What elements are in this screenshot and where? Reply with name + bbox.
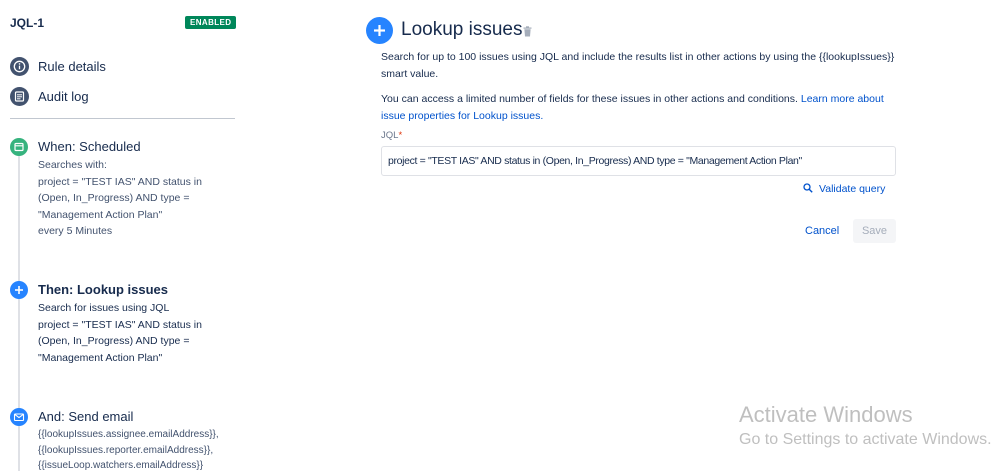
panel-description: Search for up to 100 issues using JQL an… <box>381 51 895 80</box>
step-line: Search for issues using JQL <box>38 302 170 314</box>
audit-log-icon <box>10 86 29 106</box>
activate-windows-title: Activate Windows <box>739 402 913 427</box>
step-details: {{lookupIssues.assignee.emailAddress}}, … <box>38 427 219 471</box>
save-button[interactable]: Save <box>853 219 896 243</box>
action-lookup-issues[interactable]: Then: Lookup issues Search for issues us… <box>10 281 245 376</box>
cancel-button[interactable]: Cancel <box>796 219 848 243</box>
step-title: Then: Lookup issues <box>38 282 169 297</box>
step-line: "Management Action Plan" <box>38 208 163 221</box>
trash-icon[interactable] <box>523 24 532 42</box>
step-title: When: Scheduled <box>38 139 141 154</box>
nav-rule-details-label: Rule details <box>38 58 106 74</box>
step-line: {{lookupIssues.assignee.emailAddress}}, <box>38 429 219 440</box>
step-line: "Management Action Plan" <box>38 351 163 364</box>
step-line: Searches with: <box>38 159 107 171</box>
step-line: {{lookupIssues.reporter.emailAddress}}, <box>38 444 214 456</box>
jql-label-text: JQL <box>381 130 399 141</box>
step-title: And: Send email <box>38 409 134 424</box>
lookup-issues-panel: Lookup issues Search for up to 100 issue… <box>366 0 906 471</box>
jql-input[interactable] <box>381 146 896 176</box>
fields-info: You can access a limited number of field… <box>381 91 896 125</box>
info-icon <box>10 56 29 76</box>
step-line: project = "TEST IAS" AND status in <box>38 318 202 331</box>
validate-query-label: Validate query <box>819 183 886 195</box>
step-details: Search for issues using JQL project = "T… <box>38 300 202 366</box>
plus-icon <box>366 17 393 44</box>
jql-label: JQL* <box>381 130 402 141</box>
search-icon <box>803 180 813 198</box>
step-line: (Open, In_Progress) AND type = <box>38 192 190 205</box>
step-line: project = "TEST IAS" AND status in <box>38 175 202 188</box>
clock-icon <box>10 138 28 156</box>
plus-icon <box>10 281 28 299</box>
rule-name: JQL-1 <box>10 16 45 30</box>
fields-info-text: You can access a limited number of field… <box>381 93 801 105</box>
step-line: {{issueLoop.watchers.emailAddress}} <box>38 460 204 471</box>
step-line: (Open, In_Progress) AND type = <box>38 335 190 348</box>
sidebar-divider <box>10 118 235 119</box>
action-send-email[interactable]: And: Send email {{lookupIssues.assignee.… <box>10 408 245 471</box>
activate-windows-subtitle: Go to Settings to activate Windows. <box>739 431 992 448</box>
nav-audit-log[interactable]: Audit log <box>10 86 89 106</box>
panel-title: Lookup issues <box>401 19 523 40</box>
rule-sidebar: JQL-1 ENABLED Rule details Audit log Whe… <box>0 0 245 471</box>
nav-audit-log-label: Audit log <box>38 88 89 104</box>
step-line: every 5 Minutes <box>38 225 113 238</box>
validate-query-link[interactable]: Validate query <box>803 180 885 198</box>
step-details: Searches with: project = "TEST IAS" AND … <box>38 157 202 240</box>
mail-icon <box>10 408 28 426</box>
trigger-scheduled[interactable]: When: Scheduled Searches with: project =… <box>10 138 245 248</box>
status-badge: ENABLED <box>185 16 237 29</box>
required-indicator: * <box>398 130 403 141</box>
nav-rule-details[interactable]: Rule details <box>10 56 106 76</box>
